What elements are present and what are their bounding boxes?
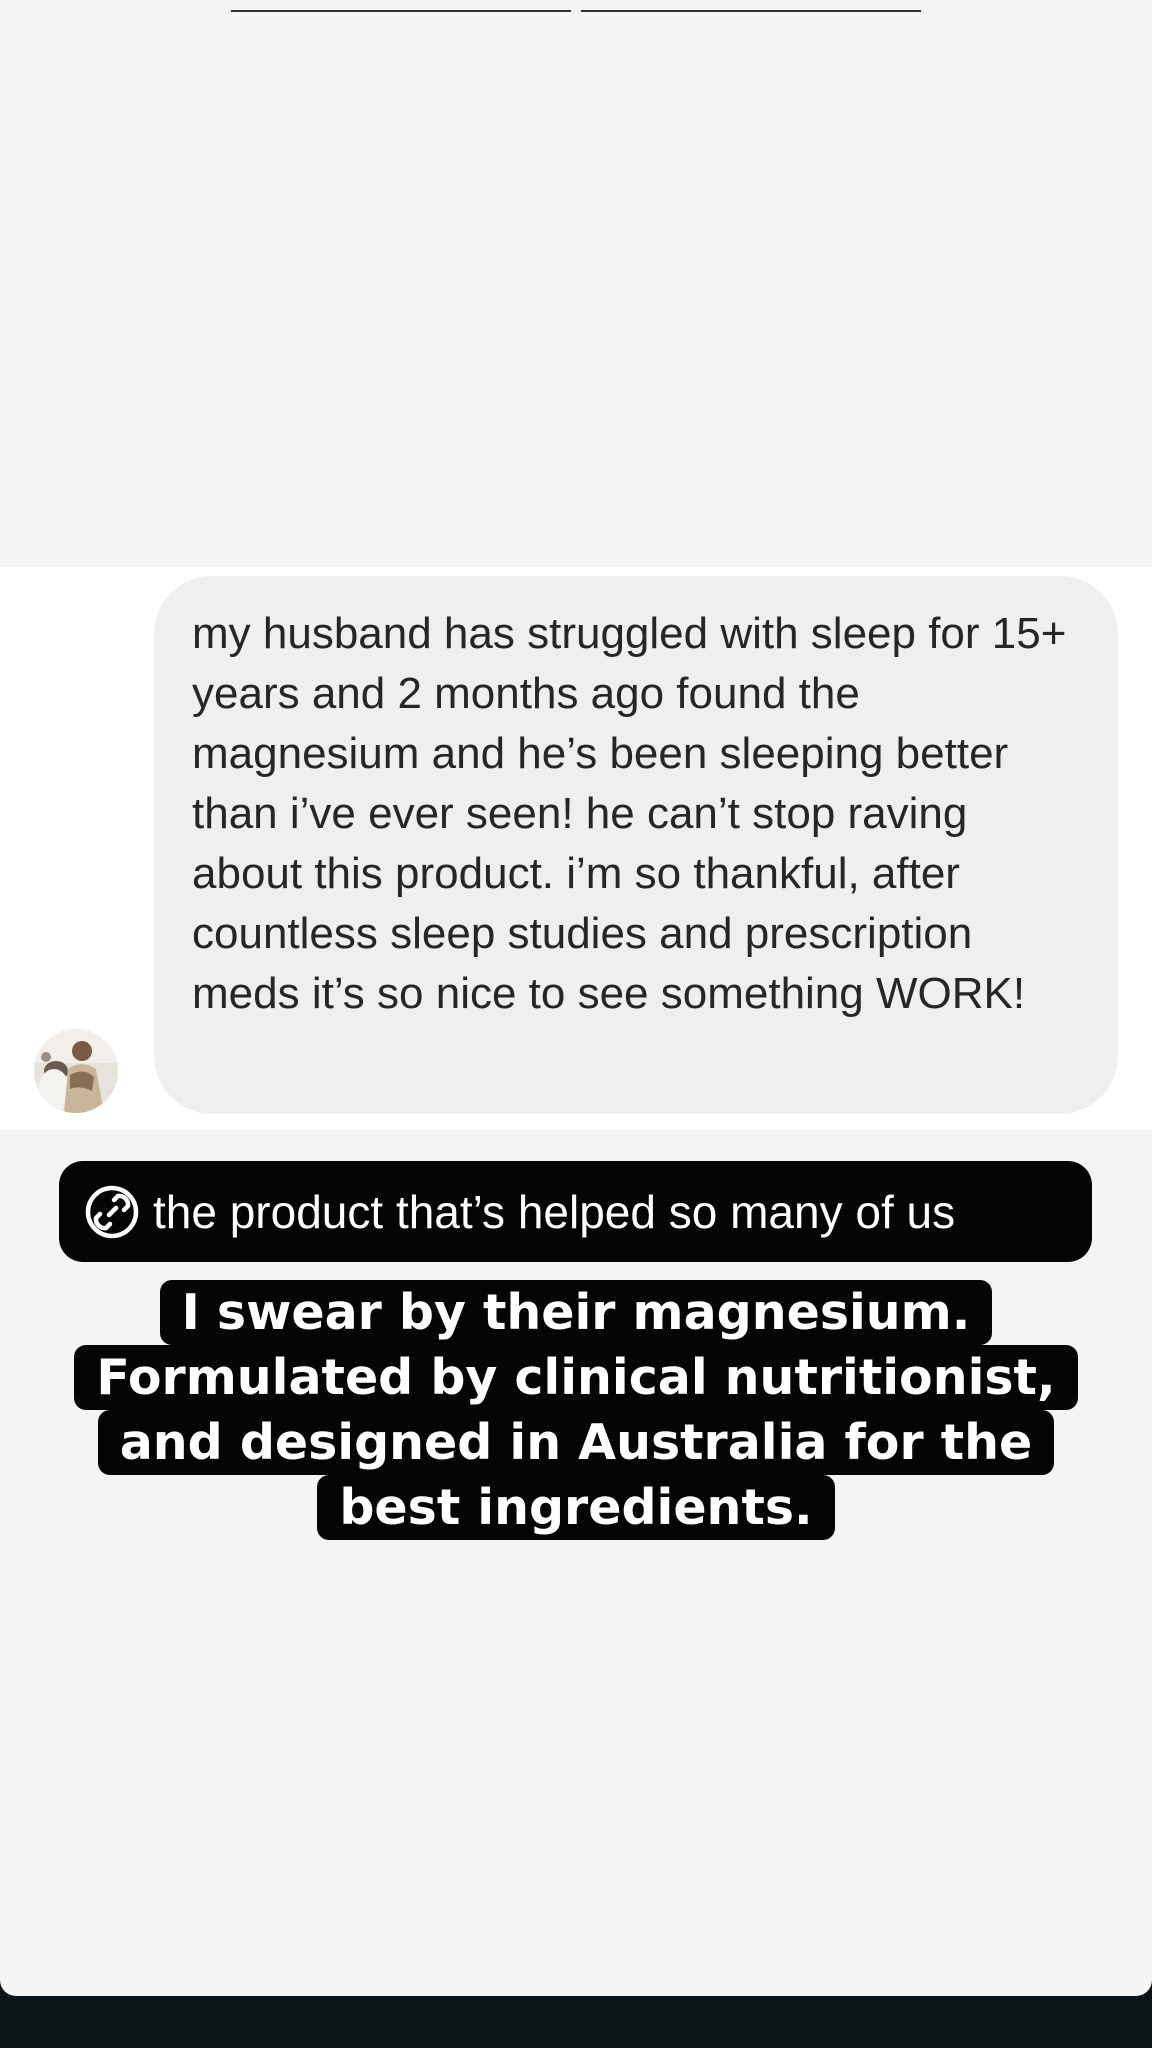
dm-message-text: my husband has struggled with sleep for … (192, 609, 1067, 1018)
caption-line: and designed in Australia for the (97, 1410, 1055, 1475)
caption-line: I swear by their magnesium. (159, 1280, 993, 1345)
story-canvas: ​ ​ my husband has struggled with sleep … (0, 0, 1152, 1996)
cropped-text-fragment: ​ (581, 0, 921, 12)
link-sticker-label: the product that’s helped so many of us (153, 1185, 956, 1238)
cropped-text-fragment: ​ (231, 0, 571, 12)
link-icon (85, 1185, 139, 1238)
avatar-photo-icon (34, 1029, 118, 1113)
caption-line: best ingredients. (317, 1475, 835, 1540)
caption-line: Formulated by clinical nutritionist, (74, 1345, 1078, 1410)
cropped-top-text: ​ ​ (0, 0, 1152, 12)
profile-photo-avatar[interactable] (34, 1029, 118, 1113)
link-sticker[interactable]: the product that’s helped so many of us (59, 1161, 1092, 1262)
dm-message-bubble: my husband has struggled with sleep for … (154, 576, 1118, 1114)
caption-text-block: I swear by their magnesium. Formulated b… (0, 1280, 1152, 1540)
